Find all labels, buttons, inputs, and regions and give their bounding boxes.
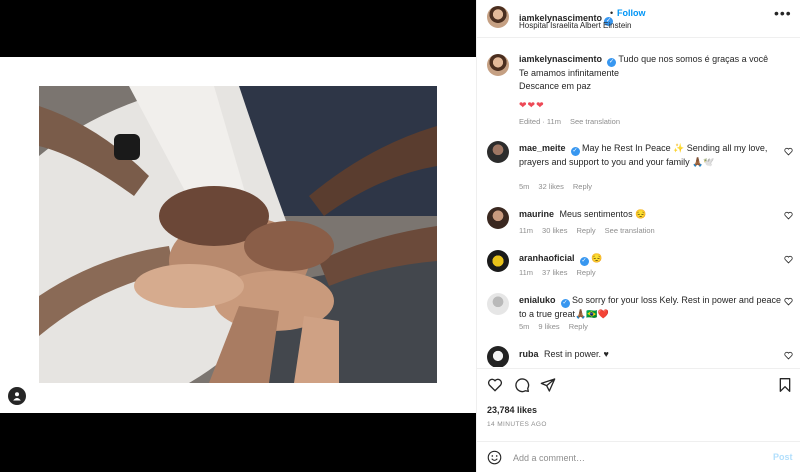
caption-text: iamkelynascimento ✓ Tudo que nos somos é …: [519, 53, 781, 92]
comment-username[interactable]: maurine: [519, 209, 554, 219]
caption-line-3: Descance em paz: [519, 80, 592, 91]
tagged-users-button[interactable]: [8, 387, 26, 405]
see-translation-button[interactable]: See translation: [605, 226, 655, 235]
reply-button[interactable]: Reply: [576, 226, 595, 235]
comment-likes[interactable]: 32 likes: [538, 182, 563, 191]
bookmark-icon[interactable]: [777, 377, 793, 393]
separator-dot: •: [610, 8, 614, 18]
comment-avatar[interactable]: [487, 207, 509, 229]
comment-username[interactable]: mae_meite: [519, 143, 566, 153]
post-header: iamkelynascimento ✓ • Follow Hospital Isr…: [477, 0, 800, 38]
comment-text: ruba Rest in power. ♥: [519, 348, 781, 361]
comment-likes[interactable]: 30 likes: [542, 226, 567, 235]
comment-avatar[interactable]: [487, 346, 509, 367]
caption-hearts: ❤❤❤: [519, 100, 545, 110]
post-timestamp: 14 MINUTES AGO: [487, 421, 547, 428]
see-translation-button[interactable]: See translation: [570, 117, 620, 126]
comment-text: maurine Meus sentimentos 😔: [519, 208, 781, 221]
comment-icon[interactable]: [514, 377, 530, 393]
edited-time: Edited · 11m: [519, 117, 561, 126]
reply-button[interactable]: Reply: [569, 322, 588, 331]
comment-like-heart-icon[interactable]: [784, 255, 793, 264]
author-avatar[interactable]: [487, 6, 509, 28]
comment-like-heart-icon[interactable]: [784, 211, 793, 220]
post-actions: 23,784 likes 14 MINUTES AGO: [477, 368, 800, 438]
comment-text: enialuko ✓ So sorry for your loss Kely. R…: [519, 294, 781, 321]
verified-badge-icon: ✓: [560, 299, 570, 308]
comment-time: 5m: [519, 322, 530, 331]
comment-meta: 5m 9 likes Reply: [519, 322, 597, 331]
comment-time: 11m: [519, 268, 534, 277]
more-options-icon[interactable]: •••: [774, 6, 792, 20]
comment-time: 5m: [519, 182, 530, 191]
instagram-post-modal: iamkelynascimento ✓ • Follow Hospital Isr…: [0, 0, 800, 472]
comment-username[interactable]: enialuko: [519, 295, 556, 305]
comment-avatar[interactable]: [487, 293, 509, 315]
comment-body: 😔: [591, 253, 603, 263]
comment-body: Rest in power. ♥: [544, 349, 609, 359]
verified-badge-icon: ✓: [570, 147, 580, 156]
media-panel: [0, 0, 476, 472]
verified-badge-icon: ✓: [579, 257, 589, 266]
post-comment-button[interactable]: Post: [773, 452, 793, 462]
caption-line-1: Tudo que nos somos é graças a você: [618, 54, 769, 64]
heart-icon[interactable]: [487, 377, 503, 393]
comment-meta: 11m 37 likes Reply: [519, 268, 605, 277]
comment-meta: 5m 32 likes Reply: [519, 182, 601, 191]
comments-list[interactable]: iamkelynascimento ✓ Tudo que nos somos é …: [477, 40, 800, 367]
reply-button[interactable]: Reply: [576, 268, 595, 277]
comment-like-heart-icon[interactable]: [784, 351, 793, 360]
comment-like-heart-icon[interactable]: [784, 297, 793, 306]
caption-username[interactable]: iamkelynascimento: [519, 54, 602, 64]
comment-username[interactable]: aranhaoficial: [519, 253, 575, 263]
comment-body: So sorry for your loss Kely. Rest in pow…: [519, 295, 781, 319]
comment-text: mae_meite ✓ May he Rest In Peace ✨ Sendin…: [519, 142, 781, 169]
comment-input[interactable]: [513, 449, 753, 466]
comment-text: aranhaoficial ✓ 😔: [519, 252, 781, 266]
reply-button[interactable]: Reply: [573, 182, 592, 191]
add-comment-bar: Post: [477, 441, 800, 472]
caption-meta: Edited · 11m See translation: [519, 117, 629, 126]
comment-likes[interactable]: 9 likes: [538, 322, 559, 331]
post-sidebar: iamkelynascimento ✓ • Follow Hospital Isr…: [476, 0, 800, 472]
comment-avatar[interactable]: [487, 250, 509, 272]
post-location[interactable]: Hospital Israelita Albert Einstein: [519, 21, 632, 30]
caption-line-2: Te amamos infinitamente: [519, 68, 620, 78]
comment-username[interactable]: ruba: [519, 349, 539, 359]
comment-avatar[interactable]: [487, 141, 509, 163]
comment-meta: 11m 30 likes Reply See translation: [519, 226, 664, 235]
follow-button[interactable]: Follow: [617, 8, 646, 18]
comment-time: 11m: [519, 226, 534, 235]
post-photo[interactable]: [39, 86, 437, 383]
verified-badge-icon: ✓: [607, 58, 617, 67]
likes-count[interactable]: 23,784 likes: [487, 405, 537, 415]
user-icon: [13, 392, 21, 401]
comment-body: Meus sentimentos 😔: [559, 209, 647, 219]
comment-likes[interactable]: 37 likes: [542, 268, 567, 277]
caption-author-avatar[interactable]: [487, 54, 509, 76]
comment-like-heart-icon[interactable]: [784, 147, 793, 156]
paper-plane-icon[interactable]: [540, 377, 556, 393]
emoji-icon[interactable]: [487, 450, 502, 465]
